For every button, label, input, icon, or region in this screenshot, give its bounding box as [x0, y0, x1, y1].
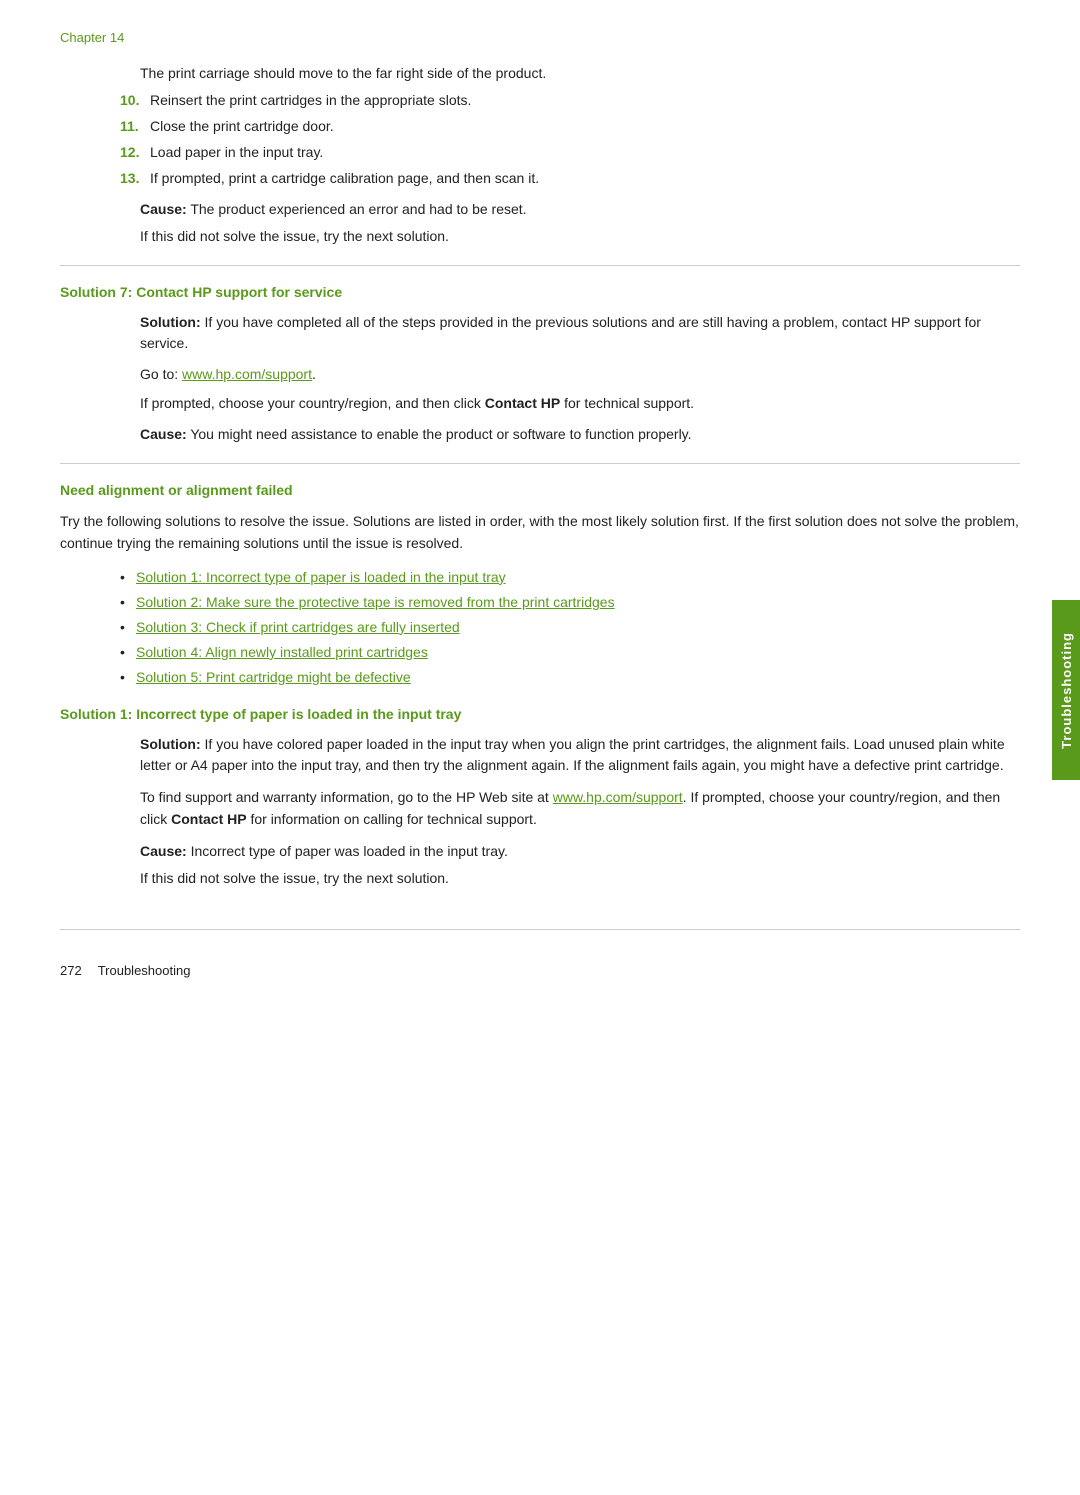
goto-period: .	[312, 366, 316, 382]
if-not-solved-2: If this did not solve the issue, try the…	[140, 868, 1020, 889]
if-not-solved-1: If this did not solve the issue, try the…	[140, 226, 1020, 247]
step-13-num: 13.	[120, 168, 150, 189]
goto-link[interactable]: www.hp.com/support	[182, 366, 312, 382]
bullet-link-5[interactable]: Solution 5: Print cartridge might be def…	[136, 669, 411, 685]
list-item-3: Solution 3: Check if print cartridges ar…	[120, 617, 1020, 638]
cause-text-1: The product experienced an error and had…	[190, 201, 526, 217]
step-11-num: 11.	[120, 116, 150, 137]
if-prompted-suffix: for technical support.	[560, 395, 694, 411]
if-prompted-block: If prompted, choose your country/region,…	[140, 393, 1020, 414]
bullet-link-3[interactable]: Solution 3: Check if print cartridges ar…	[136, 619, 460, 635]
step-11: 11. Close the print cartridge door.	[120, 116, 1020, 137]
side-tab-label: Troubleshooting	[1059, 632, 1074, 749]
step-10-text: Reinsert the print cartridges in the app…	[150, 90, 1020, 111]
cause-text-2: You might need assistance to enable the …	[190, 426, 691, 442]
step-13-text: If prompted, print a cartridge calibrati…	[150, 168, 1020, 189]
divider-1	[60, 265, 1020, 266]
cause-label-2: Cause:	[140, 426, 187, 442]
step-12: 12. Load paper in the input tray.	[120, 142, 1020, 163]
solution1-para2: To find support and warranty information…	[140, 786, 1020, 831]
bullet-link-4[interactable]: Solution 4: Align newly installed print …	[136, 644, 428, 660]
solution7-section: Solution 7: Contact HP support for servi…	[60, 284, 1020, 445]
goto-block: Go to: www.hp.com/support.	[140, 364, 1020, 385]
cause-label-3: Cause:	[140, 843, 187, 859]
bullet-link-2[interactable]: Solution 2: Make sure the protective tap…	[136, 594, 615, 610]
list-item-1: Solution 1: Incorrect type of paper is l…	[120, 567, 1020, 588]
solution7-solution-block: Solution: If you have completed all of t…	[140, 312, 1020, 354]
cause-block-2: Cause: You might need assistance to enab…	[140, 424, 1020, 445]
list-item-2: Solution 2: Make sure the protective tap…	[120, 592, 1020, 613]
cause-block-1: Cause: The product experienced an error …	[140, 199, 1020, 220]
footer: 272 Troubleshooting	[60, 963, 1020, 978]
need-alignment-section: Need alignment or alignment failed Try t…	[60, 482, 1020, 889]
solution7-sol-label: Solution:	[140, 314, 201, 330]
list-item-5: Solution 5: Print cartridge might be def…	[120, 667, 1020, 688]
cause-text-3: Incorrect type of paper was loaded in th…	[191, 843, 508, 859]
cause-block-3: Cause: Incorrect type of paper was loade…	[140, 841, 1020, 862]
bullet-link-1[interactable]: Solution 1: Incorrect type of paper is l…	[136, 569, 506, 585]
need-alignment-heading: Need alignment or alignment failed	[60, 482, 1020, 498]
solution1-heading: Solution 1: Incorrect type of paper is l…	[60, 706, 1020, 722]
divider-2	[60, 463, 1020, 464]
solution1-sol-label: Solution:	[140, 736, 201, 752]
if-prompted-text: If prompted, choose your country/region,…	[140, 395, 485, 411]
sol1-para2-prefix: To find support and warranty information…	[140, 789, 553, 805]
list-item-4: Solution 4: Align newly installed print …	[120, 642, 1020, 663]
step-13: 13. If prompted, print a cartridge calib…	[120, 168, 1020, 189]
step-10-num: 10.	[120, 90, 150, 111]
footer-label: Troubleshooting	[98, 963, 191, 978]
cause-label-1: Cause:	[140, 201, 187, 217]
step-11-text: Close the print cartridge door.	[150, 116, 1020, 137]
goto-prefix: Go to:	[140, 366, 182, 382]
solution1-solution-block: Solution: If you have colored paper load…	[140, 734, 1020, 776]
solution7-sol-text: If you have completed all of the steps p…	[140, 314, 981, 351]
footer-page-number: 272	[60, 963, 82, 978]
sol1-contact-hp: Contact HP	[171, 811, 246, 827]
step-12-num: 12.	[120, 142, 150, 163]
sol1-link1[interactable]: www.hp.com/support	[553, 789, 683, 805]
solution7-heading: Solution 7: Contact HP support for servi…	[60, 284, 1020, 300]
sol1-para2-suffix: for information on calling for technical…	[247, 811, 537, 827]
chapter-header: Chapter 14	[60, 30, 1020, 45]
divider-3	[60, 929, 1020, 930]
step-10: 10. Reinsert the print cartridges in the…	[120, 90, 1020, 111]
contact-hp-bold: Contact HP	[485, 395, 560, 411]
side-tab: Troubleshooting	[1052, 600, 1080, 780]
bullet-list: Solution 1: Incorrect type of paper is l…	[120, 567, 1020, 688]
step-12-text: Load paper in the input tray.	[150, 142, 1020, 163]
need-alignment-intro: Try the following solutions to resolve t…	[60, 510, 1020, 555]
solution1-sol-text: If you have colored paper loaded in the …	[140, 736, 1005, 773]
page-container: Chapter 14 The print carriage should mov…	[0, 0, 1080, 1008]
intro-paragraph: The print carriage should move to the fa…	[140, 63, 1020, 84]
